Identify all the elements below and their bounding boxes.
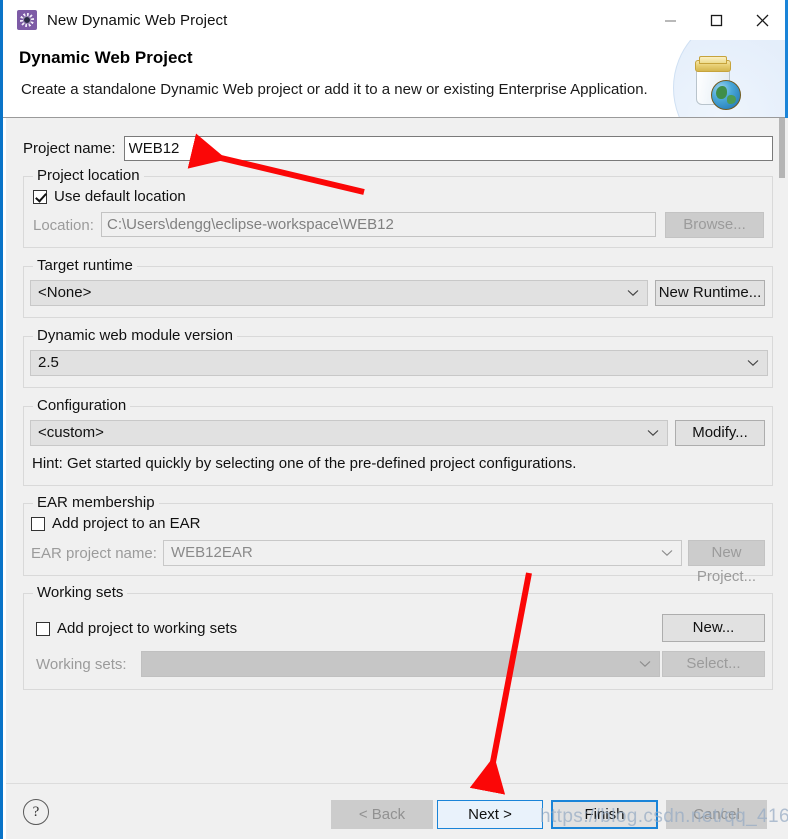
wizard-body: Project name: Project location Use defau… [6, 118, 788, 783]
use-default-location-label: Use default location [54, 188, 186, 205]
target-runtime-legend: Target runtime [33, 257, 137, 274]
next-button[interactable]: Next > [437, 800, 543, 829]
header-banner-graphic [665, 40, 785, 117]
project-name-row: Project name: [23, 135, 773, 161]
browse-button: Browse... [665, 212, 764, 238]
chevron-down-icon [627, 281, 639, 305]
project-location-legend: Project location [33, 167, 144, 184]
add-to-ear-checkbox[interactable] [31, 516, 45, 531]
new-project-button: New Project... [688, 540, 765, 585]
ear-project-name-combo: WEB12EAR [163, 540, 682, 566]
ear-project-name-value: WEB12EAR [171, 544, 253, 561]
page-title: Dynamic Web Project [19, 48, 193, 67]
configuration-group: Configuration <custom> Modify... Hint: G… [23, 397, 773, 486]
configuration-value: <custom> [38, 424, 104, 441]
target-runtime-value: <None> [38, 284, 92, 301]
chevron-down-icon [661, 541, 673, 565]
window-controls [647, 0, 785, 40]
module-version-combo[interactable]: 2.5 [30, 350, 768, 376]
use-default-location-checkbox-row[interactable]: Use default location [33, 188, 186, 205]
select-working-set-button: Select... [662, 651, 765, 677]
project-name-label: Project name: [23, 139, 116, 157]
chevron-down-icon [639, 652, 651, 676]
ear-project-name-label: EAR project name: [31, 545, 157, 562]
working-sets-combo [141, 651, 660, 677]
window-title: New Dynamic Web Project [47, 11, 228, 29]
add-to-working-sets-label: Add project to working sets [57, 620, 238, 637]
location-input: C:\Users\dengg\eclipse-workspace\WEB12 [101, 212, 656, 237]
back-button: < Back [331, 800, 433, 829]
configuration-hint: Hint: Get started quickly by selecting o… [32, 455, 577, 472]
chevron-down-icon [747, 351, 759, 375]
use-default-location-checkbox[interactable] [33, 189, 47, 204]
jar-with-globe-icon [693, 56, 741, 110]
chevron-down-icon [647, 421, 659, 445]
module-version-value: 2.5 [38, 354, 59, 371]
module-version-legend: Dynamic web module version [33, 327, 237, 344]
finish-button[interactable]: Finish [551, 800, 658, 829]
target-runtime-combo[interactable]: <None> [30, 280, 648, 306]
ear-membership-group: EAR membership Add project to an EAR EAR… [23, 494, 773, 585]
configuration-legend: Configuration [33, 397, 131, 414]
scrollbar-thumb[interactable] [779, 118, 785, 178]
modify-button[interactable]: Modify... [675, 420, 765, 446]
page-description: Create a standalone Dynamic Web project … [21, 81, 648, 98]
add-to-working-sets-checkbox[interactable] [36, 621, 50, 636]
add-to-ear-label: Add project to an EAR [52, 515, 201, 532]
new-working-set-button[interactable]: New... [662, 614, 765, 642]
working-sets-legend: Working sets [33, 584, 128, 601]
dialog-window: New Dynamic Web Project Dynamic Web Proj… [0, 0, 788, 839]
target-runtime-group: Target runtime <None> New Runtime... [23, 257, 773, 318]
add-to-ear-checkbox-row[interactable]: Add project to an EAR [31, 515, 200, 532]
help-icon[interactable]: ? [23, 799, 49, 825]
new-runtime-button[interactable]: New Runtime... [655, 280, 765, 306]
module-version-group: Dynamic web module version 2.5 [23, 327, 773, 388]
wizard-gear-icon [17, 10, 37, 30]
ear-membership-legend: EAR membership [33, 494, 159, 511]
close-button[interactable] [739, 0, 785, 40]
cancel-button[interactable]: Cancel [666, 800, 767, 829]
configuration-combo[interactable]: <custom> [30, 420, 668, 446]
wizard-header: Dynamic Web Project Create a standalone … [3, 40, 785, 118]
project-location-group: Project location Use default location Lo… [23, 167, 773, 248]
project-name-input[interactable] [123, 135, 773, 161]
title-bar: New Dynamic Web Project [3, 0, 785, 40]
maximize-button[interactable] [693, 0, 739, 40]
working-sets-label: Working sets: [36, 656, 127, 673]
add-to-working-sets-checkbox-row[interactable]: Add project to working sets [36, 620, 237, 637]
location-label: Location: [33, 217, 94, 234]
working-sets-group: Working sets Add project to working sets… [23, 584, 773, 690]
minimize-button[interactable] [647, 0, 693, 40]
